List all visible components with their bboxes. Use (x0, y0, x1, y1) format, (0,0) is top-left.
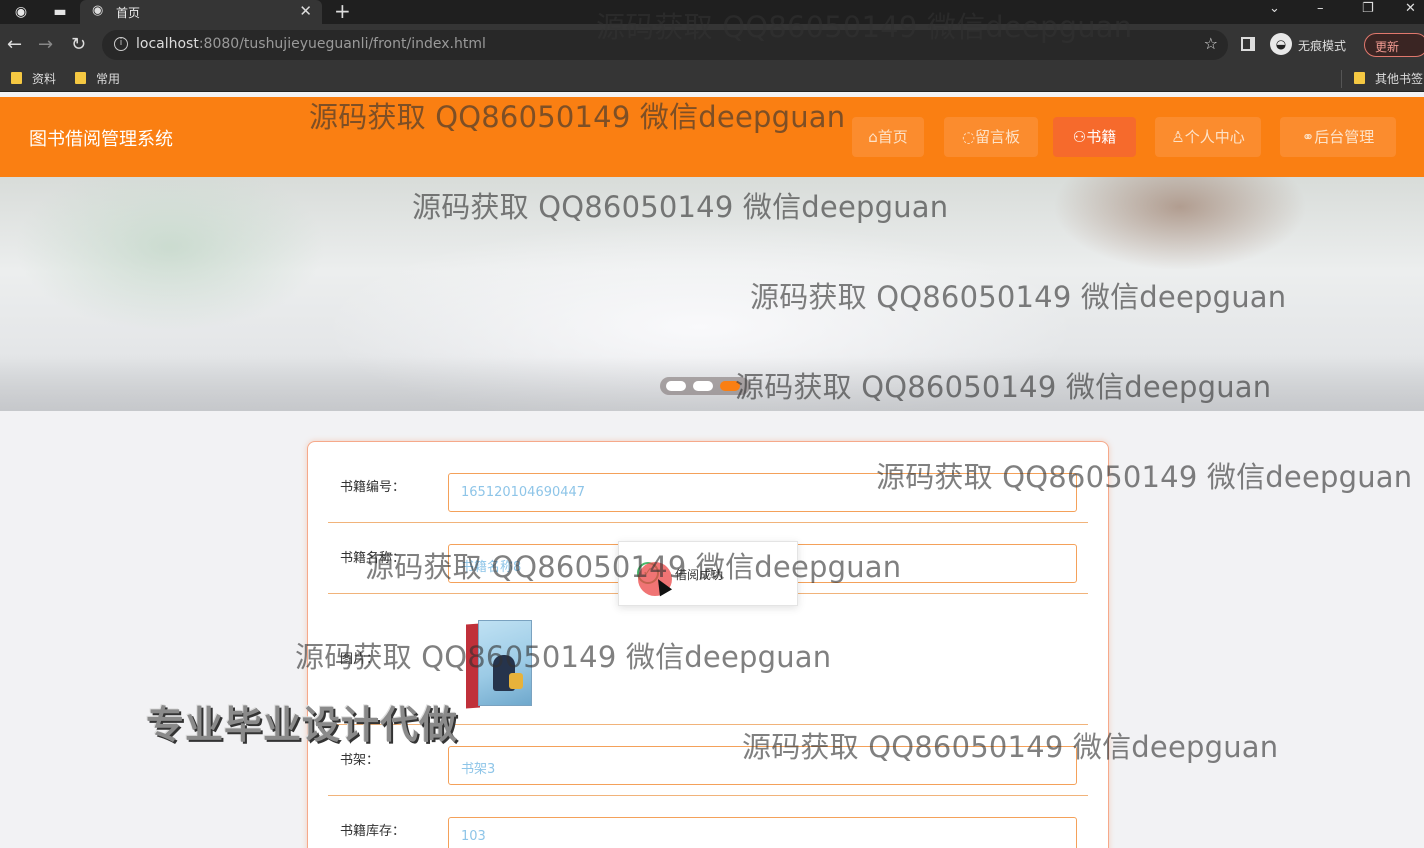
globe-icon: ◉ (92, 3, 104, 18)
tab-title: 首页 (116, 6, 141, 20)
active-tab[interactable]: ◉ 首页 ✕ (80, 0, 322, 24)
watermark: 源码获取 QQ86050149 微信deepguan (412, 190, 949, 224)
book-icon: ⚇ (1072, 128, 1087, 146)
watermark: 源码获取 QQ86050149 微信deepguan (735, 370, 1272, 404)
incognito-icon: ◒ (1270, 33, 1292, 55)
book-no-value: 165120104690447 (461, 485, 586, 500)
incognito-label: 无痕模式 (1298, 39, 1347, 53)
browser-menu-icon[interactable]: ◉ (12, 3, 30, 21)
reload-icon[interactable]: ↻ (71, 34, 86, 56)
watermark: 源码获取 QQ86050149 微信deepguan (876, 460, 1413, 494)
watermark: 源码获取 QQ86050149 微信deepguan (309, 100, 846, 134)
stock-field[interactable]: 103 (448, 817, 1077, 848)
close-window-icon[interactable]: ✕ (1405, 0, 1416, 22)
tab-overview-icon[interactable]: ▬ (51, 3, 69, 21)
watermark: 源码获取 QQ86050149 微信deepguan (365, 550, 902, 584)
folder-icon (11, 72, 22, 84)
update-label: 更新 (1375, 40, 1400, 54)
watermark: 源码获取 QQ86050149 微信deepguan (295, 640, 832, 674)
home-icon: ⌂ (868, 128, 878, 146)
carousel-dot-2[interactable] (693, 381, 713, 391)
bookmarks-bar: 资料 常用 其他书签 (0, 66, 1424, 92)
new-tab-button[interactable]: + (334, 0, 351, 22)
nav-admin[interactable]: ⚭后台管理 (1280, 117, 1396, 157)
side-panel-icon[interactable] (1241, 37, 1255, 51)
other-bookmarks-folder[interactable]: 其他书签 (1354, 71, 1423, 87)
folder-icon (75, 72, 86, 84)
back-icon[interactable]: ← (7, 34, 22, 56)
message-board-icon: ◌ (961, 128, 976, 146)
stock-value: 103 (461, 829, 486, 844)
bookmark-star-icon[interactable]: ☆ (1204, 34, 1218, 53)
site-title: 图书借阅管理系统 (29, 129, 173, 150)
minimize-icon[interactable]: – (1317, 0, 1324, 22)
watermark: 源码获取 QQ86050149 微信deepguan (750, 280, 1287, 314)
nav-message-board[interactable]: ◌留言板 (944, 117, 1038, 157)
bookmarks-divider (1341, 70, 1342, 88)
user-icon: ♙ (1171, 128, 1185, 146)
promo-overlay-text: 专业毕业设计代做 (146, 703, 459, 747)
link-icon: ⚭ (1301, 128, 1315, 146)
stock-label: 书籍库存： (340, 824, 406, 839)
restore-icon[interactable]: ❐ (1362, 0, 1374, 22)
nav-personal-center[interactable]: ♙个人中心 (1155, 117, 1261, 157)
nav-home[interactable]: ⌂首页 (852, 117, 924, 157)
row-divider (328, 795, 1088, 796)
bookmark-folder-changyong[interactable]: 常用 (75, 71, 120, 87)
update-button[interactable]: 更新 (1364, 33, 1424, 57)
row-divider (328, 522, 1088, 523)
shelf-label: 书架： (340, 753, 380, 768)
bookmark-folder-ziliao[interactable]: 资料 (11, 71, 56, 87)
site-info-icon[interactable]: i (114, 37, 128, 51)
tab-search-icon[interactable]: ⌄ (1269, 0, 1280, 22)
watermark: 源码获取 QQ86050149 微信deepguan (596, 10, 1133, 44)
carousel-dot-1[interactable] (666, 381, 686, 391)
watermark: 源码获取 QQ86050149 微信deepguan (742, 730, 1279, 764)
forward-icon[interactable]: → (38, 34, 53, 56)
nav-books[interactable]: ⚇书籍 (1053, 117, 1136, 157)
book-no-label: 书籍编号： (340, 480, 406, 495)
url-text: localhost:8080/tushujieyueguanli/front/i… (136, 36, 486, 52)
folder-icon (1354, 72, 1365, 84)
close-tab-icon[interactable]: ✕ (299, 2, 312, 20)
shelf-value: 书架3 (461, 762, 496, 777)
